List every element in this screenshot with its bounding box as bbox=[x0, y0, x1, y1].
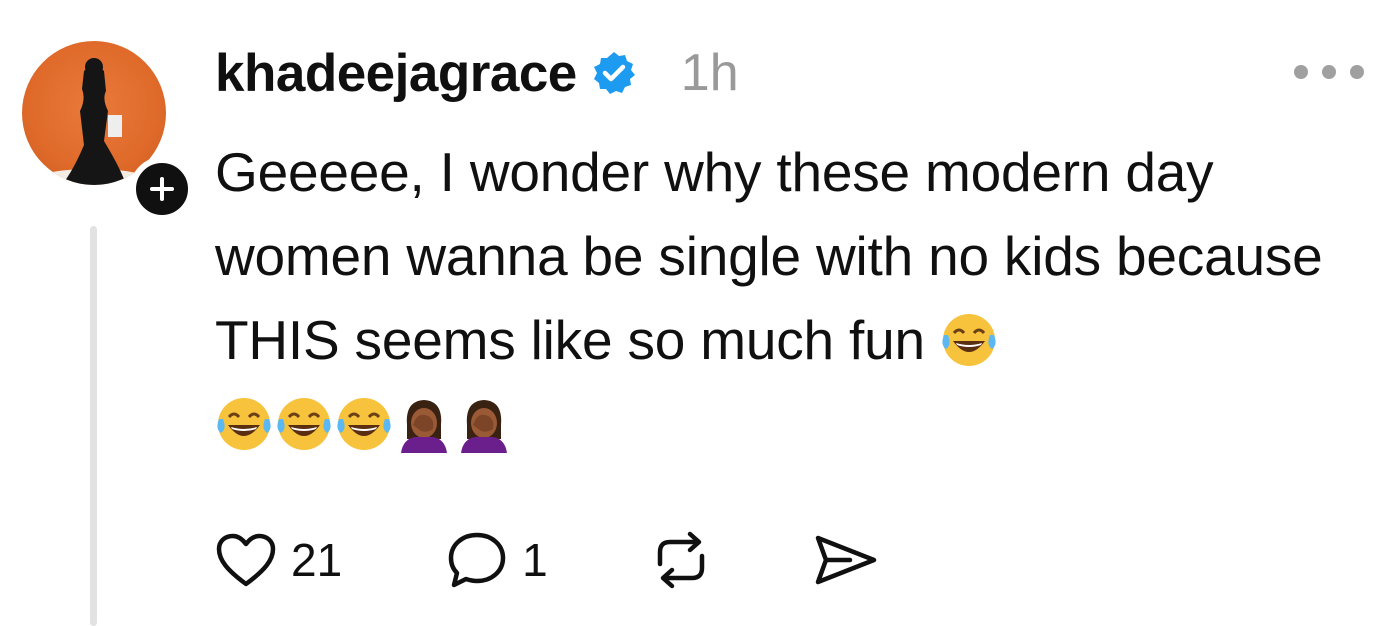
post-header: khadeejagrace 1h bbox=[215, 38, 739, 108]
face-with-tears-of-joy-icon bbox=[215, 392, 273, 450]
timestamp: 1h bbox=[680, 44, 739, 102]
send-icon bbox=[810, 530, 880, 590]
more-dot bbox=[1350, 65, 1364, 79]
person-facepalming-icon bbox=[455, 392, 513, 453]
face-with-tears-of-joy-icon bbox=[335, 392, 393, 450]
face-with-tears-of-joy-icon bbox=[940, 308, 998, 366]
more-dot bbox=[1322, 65, 1336, 79]
reply-count: 1 bbox=[522, 534, 548, 586]
post-text: Geeeee, I wonder why these modern day wo… bbox=[215, 141, 1323, 371]
verified-badge-icon bbox=[591, 50, 637, 96]
more-options-icon[interactable] bbox=[1294, 62, 1364, 82]
more-dot bbox=[1294, 65, 1308, 79]
plus-icon bbox=[150, 177, 174, 201]
repost-icon bbox=[646, 530, 716, 590]
like-count: 21 bbox=[291, 534, 343, 586]
post-actions: 21 1 bbox=[215, 525, 934, 595]
like-button[interactable]: 21 bbox=[215, 532, 342, 588]
heart-icon bbox=[215, 532, 277, 588]
thread-post: khadeejagrace 1h Geeeee, I wonder why th… bbox=[0, 0, 1396, 626]
face-with-tears-of-joy-icon bbox=[275, 392, 333, 450]
reply-button[interactable]: 1 bbox=[446, 530, 548, 590]
comment-icon bbox=[446, 530, 508, 590]
repost-button[interactable] bbox=[646, 530, 716, 590]
username[interactable]: khadeejagrace bbox=[215, 43, 577, 104]
share-button[interactable] bbox=[810, 530, 880, 590]
follow-button[interactable] bbox=[130, 157, 194, 221]
thread-connector-line bbox=[90, 226, 97, 626]
post-body: Geeeee, I wonder why these modern day wo… bbox=[215, 130, 1365, 466]
avatar-container[interactable] bbox=[22, 41, 194, 221]
person-facepalming-icon bbox=[395, 392, 453, 453]
